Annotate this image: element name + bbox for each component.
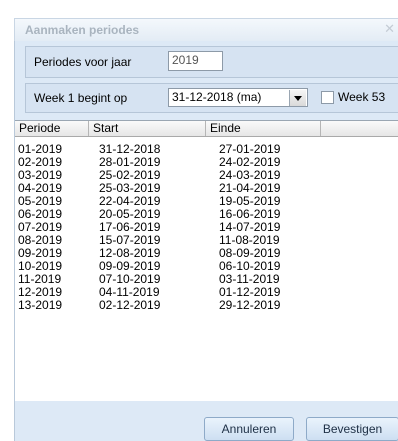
cancel-button[interactable]: Annuleren [204, 417, 294, 441]
table-row[interactable]: 07-2019 17-06-2019 14-07-2019 [15, 221, 398, 234]
cell-periode: 13-2019 [18, 298, 63, 312]
week1-select[interactable]: 31-12-2018 (ma) [168, 88, 308, 107]
week53-checkbox[interactable] [321, 91, 334, 104]
cell-einde: 29-12-2019 [219, 298, 281, 312]
week1-select-value: 31-12-2018 (ma) [172, 90, 262, 104]
dialog-title: Aanmaken periodes [25, 23, 140, 37]
table-row[interactable]: 08-2019 15-07-2019 11-08-2019 [15, 234, 398, 247]
close-icon[interactable]: ✕ [384, 21, 395, 37]
week1-panel: Week 1 begint op 31-12-2018 (ma) Week 53 [25, 83, 398, 113]
table-header: Periode Start Einde [15, 121, 398, 137]
dialog-window: Aanmaken periodes ✕ Periodes voor jaar 2… [0, 0, 398, 441]
confirm-button[interactable]: Bevestigen [306, 417, 398, 441]
table-row[interactable]: 10-2019 09-09-2019 06-10-2019 [15, 260, 398, 273]
week53-label: Week 53 [338, 90, 386, 104]
table-row[interactable]: 12-2019 04-11-2019 01-12-2019 [15, 286, 398, 299]
table-row[interactable]: 02-2019 28-01-2019 24-02-2019 [15, 156, 398, 169]
header-einde[interactable]: Einde [206, 121, 321, 136]
title-bar: Aanmaken periodes ✕ [14, 18, 398, 41]
header-start[interactable]: Start [89, 121, 206, 136]
year-input[interactable]: 2019 [168, 51, 223, 71]
chevron-down-icon[interactable] [289, 90, 306, 106]
week1-label: Week 1 begint op [34, 91, 128, 105]
table-row[interactable]: 13-2019 02-12-2019 29-12-2019 [15, 299, 398, 312]
table-row[interactable]: 05-2019 22-04-2019 19-05-2019 [15, 195, 398, 208]
table-row[interactable]: 03-2019 25-02-2019 24-03-2019 [15, 169, 398, 182]
dialog-body: Periodes voor jaar 2019 Week 1 begint op… [14, 41, 398, 441]
year-panel: Periodes voor jaar 2019 [25, 46, 398, 78]
table-row[interactable]: 04-2019 25-03-2019 21-04-2019 [15, 182, 398, 195]
table-row[interactable]: 09-2019 12-08-2019 08-09-2019 [15, 247, 398, 260]
table-row[interactable]: 06-2019 20-05-2019 16-06-2019 [15, 208, 398, 221]
table-row[interactable]: 11-2019 07-10-2019 03-11-2019 [15, 273, 398, 286]
header-periode[interactable]: Periode [15, 121, 89, 136]
periods-table: Periode Start Einde 01-2019 31-12-2018 27-… [15, 120, 398, 401]
table-row[interactable]: 01-2019 31-12-2018 27-01-2019 [15, 143, 398, 156]
year-label: Periodes voor jaar [34, 55, 132, 69]
cell-start: 02-12-2019 [99, 298, 161, 312]
header-spacer [321, 121, 398, 136]
